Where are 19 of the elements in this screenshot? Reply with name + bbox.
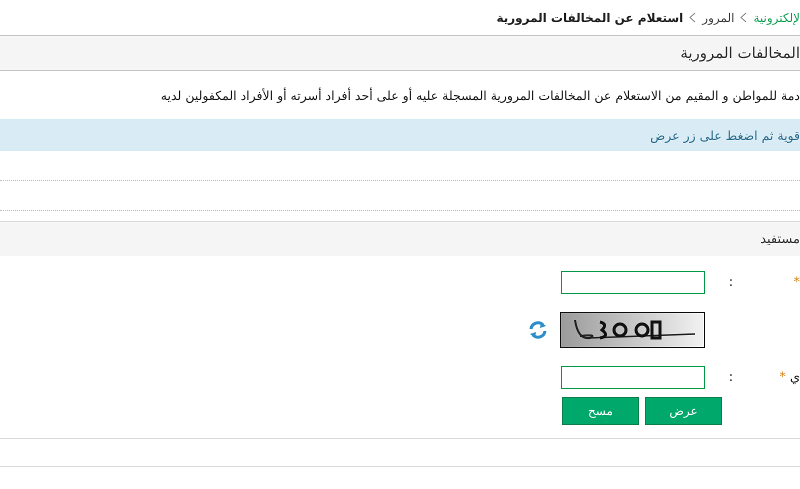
info-text: قوية ثم اضغط على زر عرض bbox=[650, 128, 800, 142]
breadcrumb-link[interactable]: لإلكترونية bbox=[753, 10, 800, 24]
required-mark: * bbox=[779, 370, 786, 385]
clear-button[interactable]: مسح bbox=[562, 397, 639, 425]
show-button[interactable]: عرض bbox=[645, 397, 722, 425]
input-field[interactable] bbox=[561, 366, 705, 389]
chevron-icon bbox=[740, 12, 748, 23]
colon: : bbox=[728, 275, 734, 290]
colon: : bbox=[728, 370, 734, 385]
current-page-label: استعلام عن المخالفات المرورية bbox=[496, 10, 684, 24]
input-field[interactable] bbox=[561, 271, 705, 294]
required-mark: * bbox=[794, 275, 800, 290]
field-label: ي bbox=[790, 370, 800, 385]
description-text: دمة للمواطن و المقيم من الاستعلام عن المخالفات المرورية المسجلة عليه أو على أحد أفراد أسرته أو الأفراد المكفولين لديه bbox=[160, 86, 800, 105]
form-title: مستفيد bbox=[760, 232, 800, 246]
chevron-icon bbox=[689, 12, 696, 23]
breadcrumb-link[interactable]: المرور bbox=[702, 10, 734, 24]
section-title: المخالفات المرورية bbox=[680, 44, 800, 62]
refresh-icon[interactable] bbox=[528, 320, 548, 340]
